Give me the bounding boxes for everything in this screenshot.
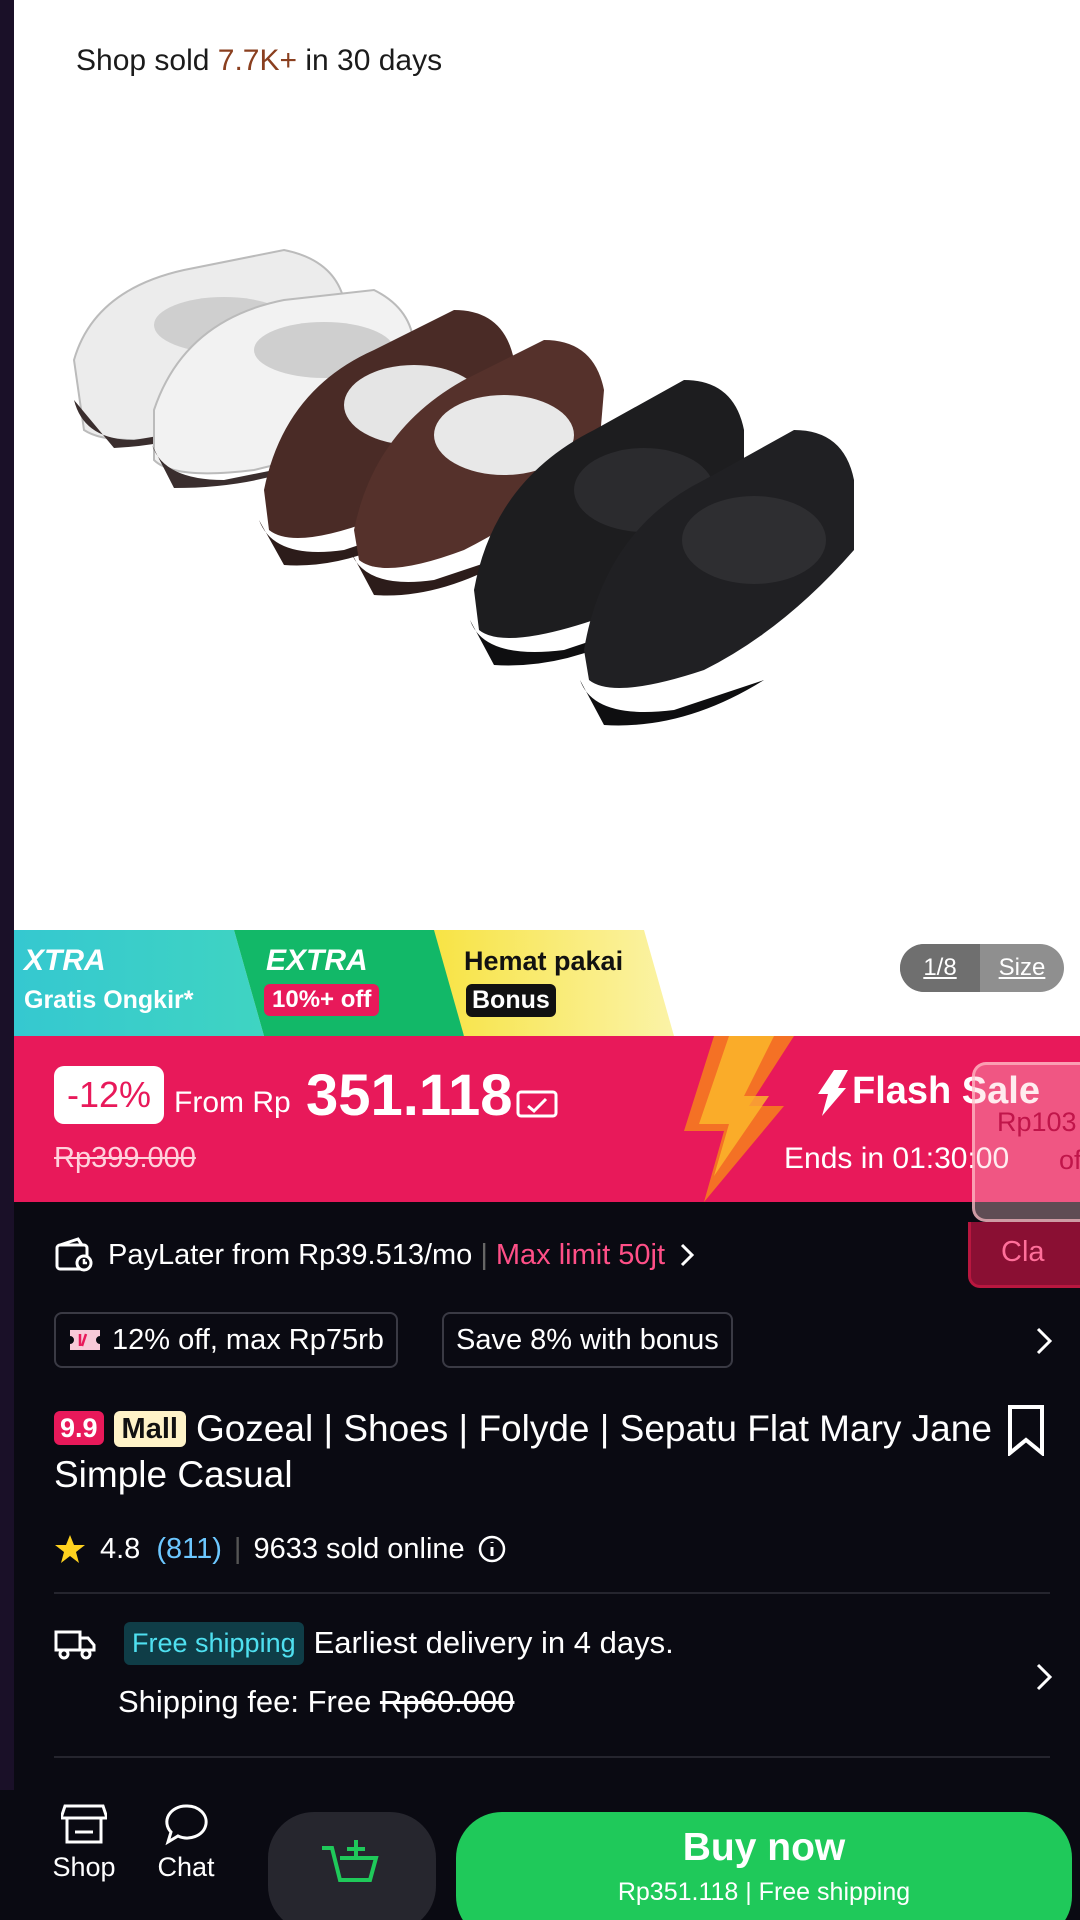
shop-icon xyxy=(61,1804,107,1844)
chat-button[interactable]: Chat xyxy=(136,1802,236,1883)
bookmark-icon[interactable] xyxy=(1004,1404,1048,1456)
sold-count: 9633 sold online xyxy=(253,1532,465,1565)
product-image-carousel[interactable]: Shop sold 7.7K+ in 30 days XTRA Gratis O… xyxy=(14,0,1080,1036)
voucher-claim-button[interactable]: Cla xyxy=(968,1222,1080,1288)
bottom-action-bar: Shop Chat Buy now Rp351.118 | Free shipp… xyxy=(0,1790,1080,1920)
divider xyxy=(54,1592,1050,1594)
flash-bolt-icon xyxy=(818,1070,848,1116)
rating-value: 4.8 xyxy=(100,1532,141,1565)
promo-xtra-free-shipping[interactable]: XTRA Gratis Ongkir* xyxy=(14,930,264,1036)
paylater-row[interactable]: PayLater from Rp39.513/mo | Max limit 50… xyxy=(54,1232,695,1278)
price-amount: 351.118 xyxy=(306,1063,513,1128)
star-icon xyxy=(55,1535,85,1563)
image-pager[interactable]: 1/8 Size xyxy=(900,944,1064,992)
flash-sale-price-bar: -12% From Rp 351.118 Rp399.000 Flash Sal… xyxy=(14,1036,1080,1202)
shop-sold-banner: Shop sold 7.7K+ in 30 days xyxy=(76,44,443,77)
coupon-ticket-icon xyxy=(516,1090,558,1118)
delivery-truck-icon xyxy=(54,1630,96,1660)
product-title: Gozeal | Shoes | Folyde | Sepatu Flat Ma… xyxy=(54,1408,992,1495)
discount-badge: -12% xyxy=(54,1066,164,1124)
review-count[interactable]: (811) xyxy=(156,1533,222,1566)
shipping-fee-original: Rp60.000 xyxy=(379,1684,515,1719)
floating-voucher-card[interactable]: Rp103 of xyxy=(972,1062,1080,1222)
chat-icon xyxy=(165,1804,208,1846)
shipping-fee: Shipping fee: Free Rp60.000 xyxy=(118,1684,515,1719)
buy-now-button[interactable]: Buy now Rp351.118 | Free shipping xyxy=(456,1812,1072,1920)
divider xyxy=(54,1756,1050,1758)
delivery-estimate: Earliest delivery in 4 days. xyxy=(313,1625,674,1660)
shop-sold-value: 7.7K+ xyxy=(217,44,298,77)
coupons-chevron-right-icon[interactable] xyxy=(1034,1326,1054,1356)
add-to-cart-button[interactable] xyxy=(268,1812,436,1920)
coupon-chip-discount[interactable]: 12% off, max Rp75rb xyxy=(54,1312,398,1368)
free-shipping-badge: Free shipping xyxy=(124,1621,304,1665)
add-to-cart-icon xyxy=(322,1840,379,1882)
price-from-label: From Rp xyxy=(174,1086,291,1119)
coupon-chip-bonus[interactable]: Save 8% with bonus xyxy=(442,1312,733,1368)
coupon-icon xyxy=(70,1330,100,1350)
product-title-row: 9.9 Mall Gozeal | Shoes | Folyde | Sepatu … xyxy=(54,1406,994,1498)
chevron-right-icon xyxy=(681,1243,695,1267)
shipping-chevron-right-icon[interactable] xyxy=(1034,1662,1054,1692)
rating-row[interactable]: 4.8 (811) | 9633 sold online xyxy=(54,1526,507,1572)
lightning-bolt-graphic xyxy=(684,1036,794,1202)
shop-button[interactable]: Shop xyxy=(34,1802,134,1883)
paylater-limit: Max limit 50jt xyxy=(495,1238,666,1271)
size-button[interactable]: Size xyxy=(980,944,1064,992)
image-count: 1/8 xyxy=(900,944,980,992)
paylater-text: PayLater from Rp39.513/mo xyxy=(108,1238,473,1271)
badge-mall: Mall xyxy=(113,1411,186,1447)
badge-9-9: 9.9 xyxy=(54,1411,104,1445)
wallet-icon xyxy=(55,1237,93,1272)
original-price: Rp399.000 xyxy=(54,1142,196,1174)
left-edge xyxy=(0,0,14,1920)
promo-strip[interactable]: XTRA Gratis Ongkir* EXTRA 10%+ off Hemat… xyxy=(14,930,674,1036)
info-icon[interactable] xyxy=(477,1534,507,1564)
shipping-row[interactable]: Free shipping Earliest delivery in 4 day… xyxy=(54,1616,674,1670)
product-photo xyxy=(72,248,854,726)
